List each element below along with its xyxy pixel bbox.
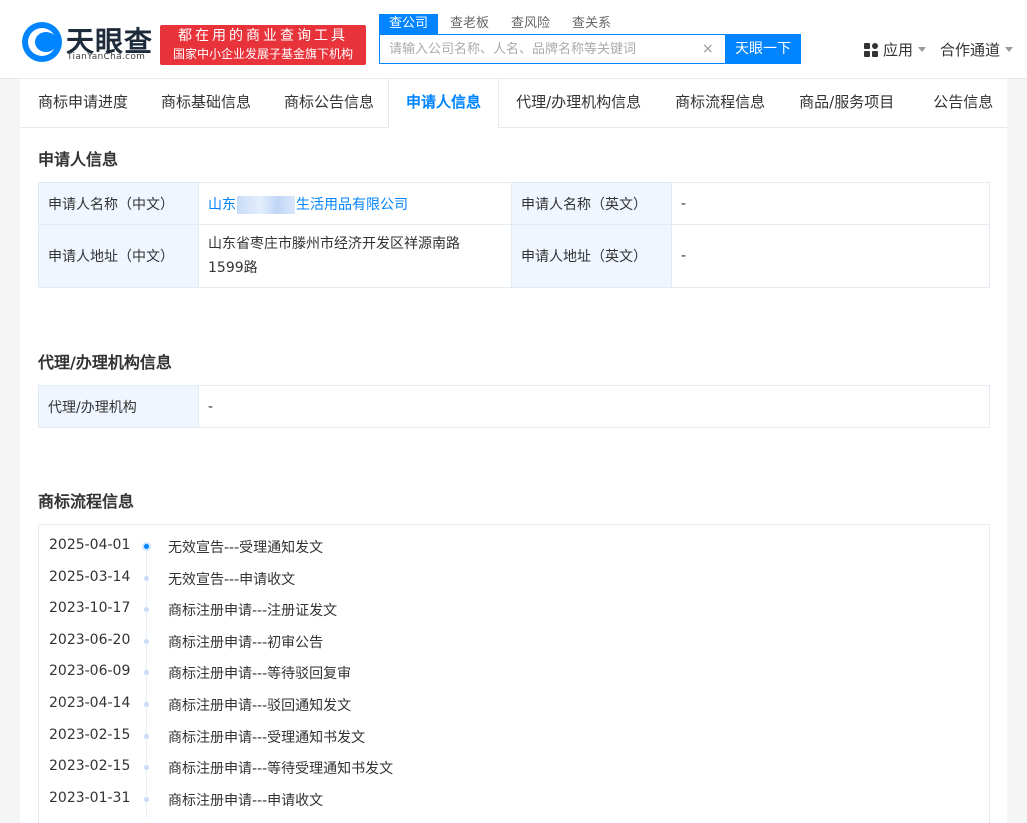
- apps-grid-icon[interactable]: [864, 42, 878, 57]
- timeline-event: 无效宣告---受理通知发文: [168, 540, 324, 556]
- header-right-nav: 应用 合作通道: [864, 39, 1014, 60]
- applicant-name-en-label: 申请人名称（英文）: [511, 182, 672, 225]
- search-tabs: 查公司 查老板 查风险 查关系: [379, 14, 623, 34]
- agency-value: -: [198, 385, 990, 428]
- logo-eye-icon: [22, 22, 62, 62]
- timeline-dot-icon: [144, 575, 149, 581]
- timeline-item: 2023-06-09 商标注册申请---等待驳回复审: [39, 663, 989, 683]
- flow-timeline: 2025-04-01 无效宣告---受理通知发文 2025-03-14 无效宣告---…: [38, 524, 990, 823]
- timeline-date: 2023-02-15: [49, 726, 131, 743]
- tab-notice-info[interactable]: 公告信息: [933, 79, 993, 127]
- search-tab-relation[interactable]: 查关系: [562, 14, 621, 34]
- agency-label: 代理/办理机构: [38, 385, 199, 428]
- search-tab-boss[interactable]: 查老板: [440, 14, 499, 34]
- timeline-dot-icon: [144, 702, 149, 707]
- timeline-dot-icon: [144, 544, 149, 549]
- timeline-item: 2023-06-20 商标注册申请---初审公告: [39, 632, 989, 652]
- applicant-table: 申请人名称（中文） 山东 生活用品有限公司 申请人名称（英文） - 申请人地址（中…: [38, 182, 990, 288]
- chevron-down-icon: [918, 47, 927, 52]
- timeline-date: 2023-06-09: [49, 663, 131, 680]
- timeline-event: 商标注册申请---初审公告: [168, 634, 324, 651]
- address-line-2: 1599路: [208, 260, 258, 276]
- timeline-item: 2023-04-14 商标注册申请---驳回通知发文: [39, 695, 989, 715]
- tab-flow-info[interactable]: 商标流程信息: [675, 79, 765, 127]
- applicant-addr-cn-label: 申请人地址（中文）: [38, 224, 199, 288]
- agency-table: 代理/办理机构 -: [38, 385, 990, 428]
- timeline-dot-icon: [144, 796, 149, 802]
- logo-domain: TianYanCha.com: [67, 52, 146, 62]
- table-row: 代理/办理机构 -: [38, 385, 990, 428]
- timeline-dot-icon: [144, 607, 149, 613]
- applicant-name-cn-value[interactable]: 山东 生活用品有限公司: [198, 182, 512, 225]
- tab-basic-info[interactable]: 商标基础信息: [161, 79, 251, 127]
- flow-section-title: 商标流程信息: [38, 492, 135, 511]
- trademark-subnav: 商标申请进度 商标基础信息 商标公告信息 申请人信息 代理/办理机构信息 商标流…: [20, 79, 1007, 128]
- search-tab-risk[interactable]: 查风险: [501, 14, 560, 34]
- timeline-event: 商标注册申请---受理通知书发文: [168, 729, 366, 746]
- timeline-dot-icon: [144, 765, 149, 771]
- clear-icon[interactable]: ×: [702, 41, 714, 57]
- applicant-addr-en-value: -: [671, 224, 990, 288]
- applicant-section-title: 申请人信息: [38, 150, 119, 169]
- search-tab-company[interactable]: 查公司: [379, 14, 439, 34]
- top-header: 天眼查 TianYanCha.com 都在用的商业查询工具 国家中小企业发展子基…: [0, 0, 1027, 79]
- table-row: 申请人名称（中文） 山东 生活用品有限公司 申请人名称（英文） -: [38, 182, 990, 225]
- timeline-dot-icon: [144, 670, 149, 676]
- main-content: 申请人信息 申请人名称（中文） 山东 生活用品有限公司 申请人名称（英文） - 申…: [20, 128, 1007, 823]
- timeline-item: 2023-01-31 商标注册申请---申请收文: [39, 790, 989, 810]
- tab-applicant-info[interactable]: 申请人信息: [388, 79, 500, 128]
- timeline-event: 无效宣告---申请收文: [168, 571, 296, 588]
- chevron-down-icon: [1005, 47, 1014, 52]
- timeline-dot-icon: [144, 733, 149, 739]
- timeline-event: 商标注册申请---驳回通知发文: [168, 698, 352, 714]
- slogan-line-1: 都在用的商业查询工具: [178, 28, 348, 44]
- timeline-date: 2025-04-01: [49, 537, 131, 553]
- timeline-date: 2023-01-31: [49, 789, 131, 806]
- agency-section-title: 代理/办理机构信息: [38, 353, 172, 372]
- table-row: 申请人地址（中文） 山东省枣庄市滕州市经济开发区祥源南路 1599路 申请人地址…: [38, 224, 990, 288]
- timeline-date: 2023-02-15: [49, 758, 131, 775]
- search-input[interactable]: [380, 35, 725, 63]
- search-box: × 天眼一下: [379, 34, 801, 64]
- timeline-item: 2023-02-15 商标注册申请---受理通知书发文: [39, 727, 989, 747]
- tab-agency-info[interactable]: 代理/办理机构信息: [516, 79, 641, 127]
- applicant-addr-cn-value: 山东省枣庄市滕州市经济开发区祥源南路 1599路: [198, 224, 512, 288]
- timeline-date: 2023-10-17: [49, 600, 131, 617]
- apps-menu-label[interactable]: 应用: [883, 39, 913, 60]
- tianyancha-logo[interactable]: 天眼查 TianYanCha.com: [22, 22, 157, 64]
- applicant-company-link[interactable]: 山东 生活用品有限公司: [208, 195, 408, 214]
- timeline-event: 商标注册申请---等待受理通知书发文: [168, 761, 394, 778]
- tab-announcement-info[interactable]: 商标公告信息: [284, 79, 374, 127]
- timeline-item: 2025-04-01 无效宣告---受理通知发文: [39, 537, 989, 557]
- redacted-mask: [237, 195, 295, 214]
- tab-goods-services[interactable]: 商品/服务项目: [799, 79, 894, 127]
- timeline-item: 2023-10-17 商标注册申请---注册证发文: [39, 600, 989, 620]
- timeline-event: 商标注册申请---注册证发文: [168, 603, 338, 620]
- timeline-date: 2025-03-14: [49, 568, 131, 585]
- slogan-banner: 都在用的商业查询工具 国家中小企业发展子基金旗下机构: [160, 25, 366, 65]
- applicant-name-en-value: -: [671, 182, 990, 225]
- address-line-1: 山东省枣庄市滕州市经济开发区祥源南路: [208, 236, 460, 252]
- search-button[interactable]: 天眼一下: [725, 34, 801, 64]
- timeline-event: 商标注册申请---等待驳回复审: [168, 666, 352, 683]
- tab-application-progress[interactable]: 商标申请进度: [38, 79, 128, 127]
- slogan-line-2: 国家中小企业发展子基金旗下机构: [172, 47, 353, 61]
- timeline-date: 2023-06-20: [49, 631, 131, 648]
- timeline-item: 2023-02-15 商标注册申请---等待受理通知书发文: [39, 758, 989, 778]
- partner-menu-label[interactable]: 合作通道: [940, 39, 1000, 60]
- timeline-item: 2025-03-14 无效宣告---申请收文: [39, 569, 989, 589]
- timeline-event: 商标注册申请---申请收文: [168, 792, 324, 809]
- applicant-addr-en-label: 申请人地址（英文）: [511, 224, 672, 288]
- timeline-date: 2023-04-14: [49, 695, 131, 711]
- timeline-dot-icon: [144, 638, 149, 644]
- applicant-name-cn-label: 申请人名称（中文）: [38, 182, 199, 225]
